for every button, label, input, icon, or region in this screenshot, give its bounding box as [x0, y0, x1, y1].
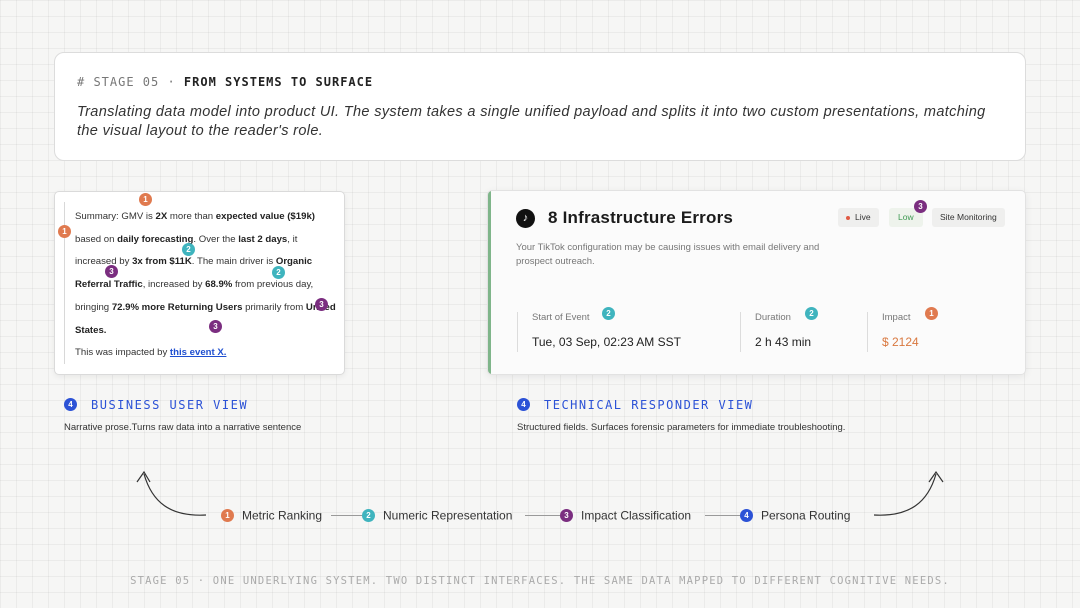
- metric-ranking-badge: 1: [139, 193, 152, 206]
- metric-ranking-badge: 1: [925, 307, 938, 320]
- summary-emphasis: daily forecasting: [117, 233, 194, 245]
- impact-classification-badge: 3: [315, 298, 328, 311]
- live-dot-icon: [846, 215, 850, 220]
- metric-ranking-badge: 1: [221, 509, 234, 523]
- curved-arrow-up-right-icon: [873, 470, 944, 516]
- summary-emphasis: 2X: [155, 211, 168, 222]
- summary-emphasis: 3x from $11K: [132, 256, 192, 268]
- summary-emphasis: 68.9%: [205, 279, 233, 291]
- stage-footer: STAGE 05 · ONE UNDERLYING SYSTEM. TWO DI…: [130, 575, 950, 587]
- pipeline-connector: [331, 515, 362, 516]
- tiktok-icon: ♪: [516, 209, 535, 228]
- impact-prefix: This was impacted by: [75, 347, 170, 359]
- field-label: Impact: [882, 312, 911, 323]
- technical-view-title: TECHNICAL RESPONDER VIEW: [544, 398, 754, 412]
- summary-text: Summary: GMV is: [75, 211, 156, 222]
- incident-description: Your TikTok configuration may be causing…: [516, 242, 820, 267]
- summary-text: more than: [167, 211, 216, 222]
- field-label: Duration: [755, 312, 791, 323]
- summary-text: , increased by: [142, 279, 206, 291]
- duration-field: Duration 2 h 43 min: [740, 312, 811, 352]
- pipeline-step-metric-ranking: 1 Metric Ranking: [221, 508, 322, 523]
- impact-classification-badge: 3: [560, 509, 573, 523]
- event-link[interactable]: this event X.: [170, 347, 227, 358]
- incident-title: 8 Infrastructure Errors: [548, 208, 734, 227]
- impact-field: Impact $ 2124: [867, 312, 919, 352]
- pipeline-step-persona-routing: 4 Persona Routing: [740, 508, 850, 523]
- field-value: 2 h 43 min: [755, 335, 812, 349]
- summary-text: primarily from: [242, 301, 306, 313]
- summary-text: . The main driver is: [191, 256, 276, 268]
- numeric-representation-badge: 2: [602, 307, 615, 320]
- summary-emphasis: expected value ($19k): [215, 211, 315, 222]
- pipeline-step-impact-classification: 3 Impact Classification: [560, 508, 691, 523]
- business-view-subtitle: Narrative prose.Turns raw data into a na…: [64, 422, 302, 433]
- live-tag-label: Live: [855, 212, 871, 222]
- summary-emphasis: 72.9% more Returning Users: [111, 301, 243, 313]
- pipeline-step-numeric-representation: 2 Numeric Representation: [362, 508, 512, 523]
- field-value: Tue, 03 Sep, 02:23 AM SST: [532, 335, 681, 349]
- persona-routing-badge: 4: [64, 398, 77, 411]
- impact-classification-badge: 3: [914, 200, 927, 213]
- technical-incident-card: ♪ 8 Infrastructure Errors Live Low Site …: [487, 190, 1026, 375]
- live-accent-bar: [488, 191, 491, 374]
- curved-arrow-up-left-icon: [136, 470, 207, 516]
- pipeline-connector: [705, 515, 740, 516]
- pipeline-step-label: Persona Routing: [761, 508, 851, 523]
- stage-header-card: # STAGE 05 · FROM SYSTEMS TO SURFACE Tra…: [54, 52, 1026, 161]
- numeric-representation-badge: 2: [182, 243, 195, 256]
- numeric-representation-badge: 2: [805, 307, 818, 320]
- pipeline-step-label: Impact Classification: [581, 508, 692, 523]
- stage-description: Translating data model into product UI. …: [77, 104, 986, 139]
- summary-text: based on: [75, 233, 118, 245]
- stage-label: # STAGE 05 · FROM SYSTEMS TO SURFACE: [77, 75, 1003, 89]
- business-summary-text: Summary: GMV is 2X more than expected va…: [75, 206, 340, 365]
- impact-classification-badge: 3: [105, 265, 118, 278]
- stage-prefix: # STAGE 05 ·: [77, 75, 184, 89]
- pipeline-step-label: Numeric Representation: [383, 508, 513, 523]
- impact-classification-badge: 3: [209, 320, 222, 333]
- technical-view-subtitle: Structured fields. Surfaces forensic par…: [517, 422, 846, 433]
- pipeline-step-label: Metric Ranking: [242, 508, 323, 523]
- persona-routing-badge: 4: [740, 509, 753, 523]
- business-view-title: BUSINESS USER VIEW: [91, 398, 249, 412]
- summary-text: . Over the: [193, 233, 239, 245]
- business-summary-card: Summary: GMV is 2X more than expected va…: [54, 191, 345, 375]
- numeric-representation-badge: 2: [362, 509, 375, 523]
- numeric-representation-badge: 2: [272, 266, 285, 279]
- summary-emphasis: last 2 days: [238, 233, 288, 245]
- live-tag[interactable]: Live: [838, 208, 879, 227]
- start-of-event-field: Start of Event Tue, 03 Sep, 02:23 AM SST: [517, 312, 681, 352]
- persona-routing-badge: 4: [517, 398, 530, 411]
- stage-title: FROM SYSTEMS TO SURFACE: [183, 75, 374, 89]
- field-value: $ 2124: [882, 335, 919, 349]
- metric-ranking-badge: 1: [58, 225, 71, 238]
- site-monitoring-tag[interactable]: Site Monitoring: [932, 208, 1005, 227]
- pipeline-connector: [525, 515, 560, 516]
